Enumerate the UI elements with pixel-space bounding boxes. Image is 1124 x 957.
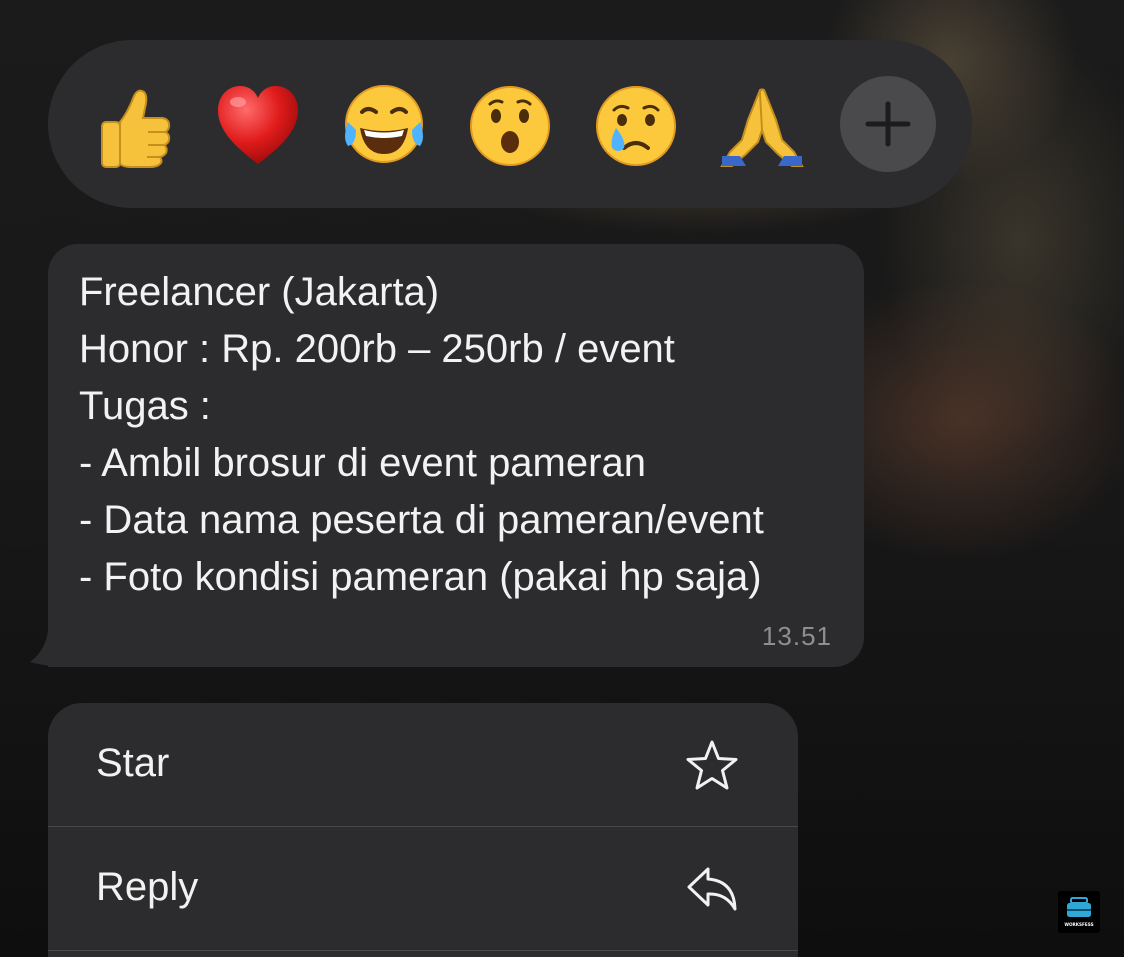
message-line: Honor : Rp. 200rb – 250rb / event	[79, 327, 675, 371]
thumbs-up-icon[interactable]	[90, 82, 178, 170]
menu-item-label: Reply	[96, 865, 199, 909]
face-with-open-mouth-icon[interactable]	[466, 82, 554, 170]
message-timestamp: 13.51	[761, 621, 832, 651]
star-icon	[684, 739, 740, 791]
menu-item-star[interactable]: Star	[48, 703, 798, 827]
svg-text:WORKSFESS: WORKSFESS	[1064, 922, 1093, 927]
message-bubble[interactable]: Freelancer (Jakarta) Honor : Rp. 200rb –…	[48, 244, 864, 667]
menu-item-reply[interactable]: Reply	[48, 827, 798, 951]
message-line: Freelancer (Jakarta)	[79, 270, 440, 314]
crying-face-icon[interactable]	[592, 82, 680, 170]
context-menu: Star Reply	[48, 703, 798, 957]
reaction-bar	[48, 40, 972, 208]
face-with-tears-of-joy-icon[interactable]	[340, 82, 428, 170]
worksfess-logo: WORKSFESS	[1058, 891, 1100, 933]
menu-item-label: Star	[96, 741, 170, 785]
message-line: Tugas :	[79, 384, 211, 428]
plus-icon	[865, 101, 911, 147]
message-line: - Ambil brosur di event pameran	[79, 441, 646, 485]
message-text: Freelancer (Jakarta) Honor : Rp. 200rb –…	[79, 264, 844, 606]
message-line: - Foto kondisi pameran (pakai hp saja)	[79, 555, 762, 599]
reply-icon	[684, 863, 740, 915]
message-line: - Data nama peserta di pameran/event	[79, 498, 764, 542]
add-reaction-button[interactable]	[840, 76, 936, 172]
red-heart-icon[interactable]	[214, 82, 302, 170]
folded-hands-icon[interactable]	[718, 82, 806, 170]
